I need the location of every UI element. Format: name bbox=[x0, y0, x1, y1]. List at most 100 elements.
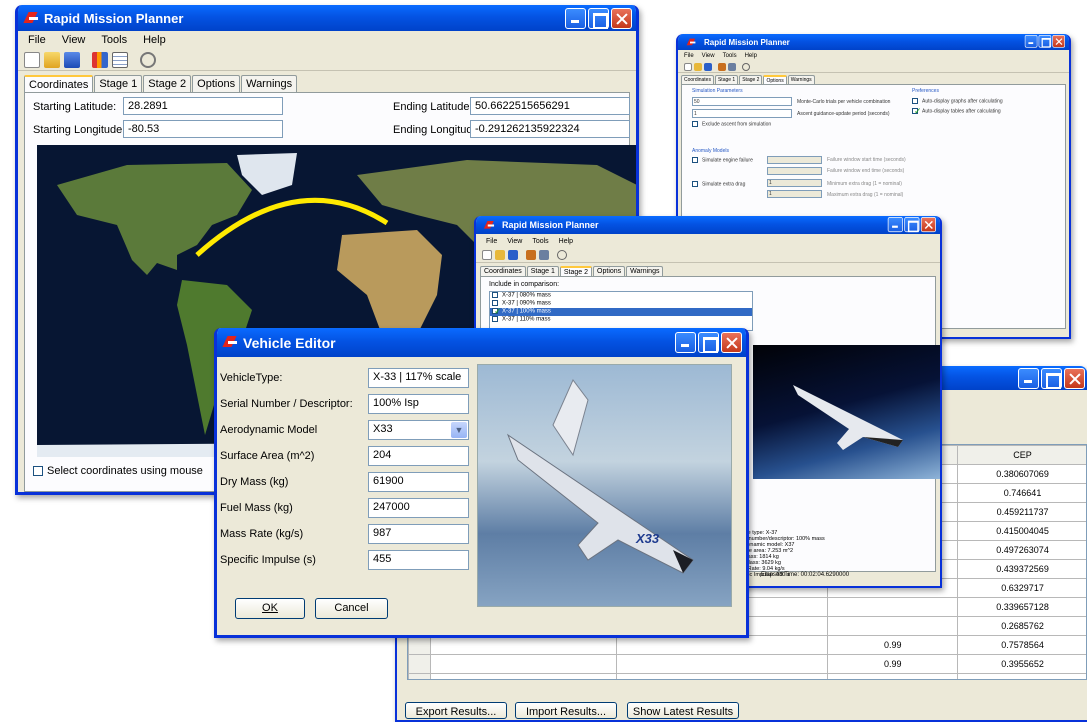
auto-tables-checkbox[interactable]: Auto-display tables after calculating bbox=[912, 106, 1001, 117]
menu-tools[interactable]: Tools bbox=[723, 53, 737, 59]
menu-file[interactable]: File bbox=[28, 34, 46, 46]
serial-input[interactable]: 100% Isp bbox=[368, 394, 469, 414]
tab-coordinates[interactable]: Coordinates bbox=[681, 75, 714, 84]
stage2-titlebar[interactable]: Rapid Mission Planner bbox=[476, 216, 940, 234]
main-titlebar[interactable]: Rapid Mission Planner bbox=[18, 5, 636, 31]
show-latest-results-button[interactable]: Show Latest Results bbox=[627, 702, 739, 719]
tab-warnings[interactable]: Warnings bbox=[787, 75, 815, 84]
tab-stage-1[interactable]: Stage 1 bbox=[526, 266, 559, 276]
minimize-icon[interactable] bbox=[887, 217, 903, 233]
editor-titlebar[interactable]: Vehicle Editor bbox=[217, 328, 746, 357]
table-row[interactable]: 0.99 0.3955652 bbox=[408, 654, 1086, 674]
ok-button[interactable]: OK bbox=[235, 598, 305, 619]
aero-model-select[interactable]: X33 ▼ bbox=[368, 420, 469, 440]
chart-icon[interactable] bbox=[718, 62, 726, 71]
maximize-icon[interactable] bbox=[588, 8, 609, 29]
trials-input[interactable]: 50 bbox=[692, 97, 792, 106]
menu-view[interactable]: View bbox=[702, 53, 715, 59]
specific-impulse-input[interactable]: 455 bbox=[368, 550, 469, 570]
extra-drag-checkbox[interactable]: Simulate extra drag bbox=[692, 181, 745, 187]
table-row[interactable]: 0.99 0.7578564 bbox=[408, 635, 1086, 655]
tab-stage-1[interactable]: Stage 1 bbox=[94, 75, 143, 92]
save-icon[interactable] bbox=[64, 51, 80, 68]
guidance-input[interactable]: 1 bbox=[692, 109, 792, 118]
engine-failure-checkbox[interactable]: Simulate engine failure bbox=[692, 157, 753, 163]
minimize-icon[interactable] bbox=[675, 332, 696, 353]
open-folder-icon[interactable] bbox=[44, 51, 60, 68]
menu-view[interactable]: View bbox=[62, 34, 86, 46]
import-results-button[interactable]: Import Results... bbox=[515, 702, 617, 719]
menu-tools[interactable]: Tools bbox=[532, 238, 548, 245]
vehicle-list[interactable]: X-37 | 080% mass X-37 | 090% mass X-37 |… bbox=[489, 291, 753, 331]
chart-icon[interactable] bbox=[526, 250, 536, 260]
save-icon[interactable] bbox=[704, 62, 712, 71]
chevron-down-icon[interactable]: ▼ bbox=[451, 422, 467, 438]
open-folder-icon[interactable] bbox=[495, 250, 505, 260]
menu-view[interactable]: View bbox=[507, 238, 522, 245]
maximize-icon[interactable] bbox=[1041, 368, 1062, 389]
fuel-mass-input[interactable]: 247000 bbox=[368, 498, 469, 518]
menu-help[interactable]: Help bbox=[143, 34, 166, 46]
start-lat-input[interactable]: 28.2891 bbox=[123, 97, 283, 115]
minimize-icon[interactable] bbox=[1018, 368, 1039, 389]
mass-rate-input[interactable]: 987 bbox=[368, 524, 469, 544]
maximize-icon[interactable] bbox=[1038, 35, 1052, 48]
drag-max-input[interactable]: 1 bbox=[767, 190, 822, 198]
end-lat-input[interactable]: 50.6622515656291 bbox=[470, 97, 630, 115]
new-file-icon[interactable] bbox=[24, 51, 40, 68]
chart-icon[interactable] bbox=[92, 51, 108, 68]
list-item[interactable]: X-37 | 090% mass bbox=[490, 300, 752, 308]
tab-coordinates[interactable]: Coordinates bbox=[480, 266, 526, 276]
fail-start-input[interactable] bbox=[767, 156, 822, 164]
minimize-icon[interactable] bbox=[1024, 35, 1038, 48]
exclude-checkbox[interactable]: Exclude ascent from simulation bbox=[692, 121, 771, 127]
close-icon[interactable] bbox=[721, 332, 742, 353]
save-icon[interactable] bbox=[508, 250, 518, 260]
tab-warnings[interactable]: Warnings bbox=[626, 266, 664, 276]
tab-options[interactable]: Options bbox=[593, 266, 626, 276]
surface-area-input[interactable]: 204 bbox=[368, 446, 469, 466]
gear-icon[interactable] bbox=[557, 250, 567, 260]
maximize-icon[interactable] bbox=[698, 332, 719, 353]
table-icon[interactable] bbox=[728, 62, 736, 71]
menu-help[interactable]: Help bbox=[745, 53, 757, 59]
list-item-selected[interactable]: X-37 | 100% mass bbox=[490, 306, 752, 317]
drag-min-input[interactable]: 1 bbox=[767, 179, 822, 187]
select-coords-checkbox[interactable]: Select coordinates using mouse bbox=[33, 465, 203, 477]
close-icon[interactable] bbox=[1064, 368, 1085, 389]
end-lon-input[interactable]: -0.291262135922324 bbox=[470, 120, 630, 138]
list-item[interactable]: X-37 | 080% mass bbox=[490, 292, 752, 300]
tab-stage-1[interactable]: Stage 1 bbox=[714, 75, 739, 84]
menu-help[interactable]: Help bbox=[559, 238, 573, 245]
menu-file[interactable]: File bbox=[684, 53, 694, 59]
tab-coordinates[interactable]: Coordinates bbox=[24, 75, 94, 93]
close-icon[interactable] bbox=[1052, 35, 1065, 48]
list-item[interactable]: X-37 | 110% mass bbox=[490, 316, 752, 324]
table-icon[interactable] bbox=[539, 250, 549, 260]
close-icon[interactable] bbox=[611, 8, 632, 29]
vehicle-type-input[interactable]: X-33 | 117% scale bbox=[368, 368, 469, 388]
table-row[interactable]: 10.3311637 bbox=[408, 673, 1086, 679]
maximize-icon[interactable] bbox=[904, 217, 920, 233]
gear-icon[interactable] bbox=[140, 51, 156, 68]
options-titlebar[interactable]: Rapid Mission Planner bbox=[678, 34, 1069, 50]
open-folder-icon[interactable] bbox=[694, 62, 702, 71]
fail-end-input[interactable] bbox=[767, 167, 822, 175]
export-results-button[interactable]: Export Results... bbox=[405, 702, 507, 719]
tab-stage-2[interactable]: Stage 2 bbox=[739, 75, 763, 84]
table-icon[interactable] bbox=[112, 51, 128, 68]
close-icon[interactable] bbox=[920, 217, 936, 233]
menu-file[interactable]: File bbox=[486, 238, 497, 245]
new-file-icon[interactable] bbox=[482, 250, 492, 260]
cep-header[interactable]: CEP bbox=[957, 445, 1086, 465]
menu-tools[interactable]: Tools bbox=[101, 34, 127, 46]
cancel-button[interactable]: Cancel bbox=[315, 598, 388, 619]
tab-options[interactable]: Options bbox=[192, 75, 241, 92]
tab-stage-2[interactable]: Stage 2 bbox=[143, 75, 192, 92]
start-lon-input[interactable]: -80.53 bbox=[123, 120, 283, 138]
auto-graphs-checkbox[interactable]: Auto-display graphs after calculating bbox=[912, 98, 1003, 104]
gear-icon[interactable] bbox=[742, 62, 750, 71]
dry-mass-input[interactable]: 61900 bbox=[368, 472, 469, 492]
tab-warnings[interactable]: Warnings bbox=[241, 75, 298, 92]
new-file-icon[interactable] bbox=[684, 62, 692, 71]
